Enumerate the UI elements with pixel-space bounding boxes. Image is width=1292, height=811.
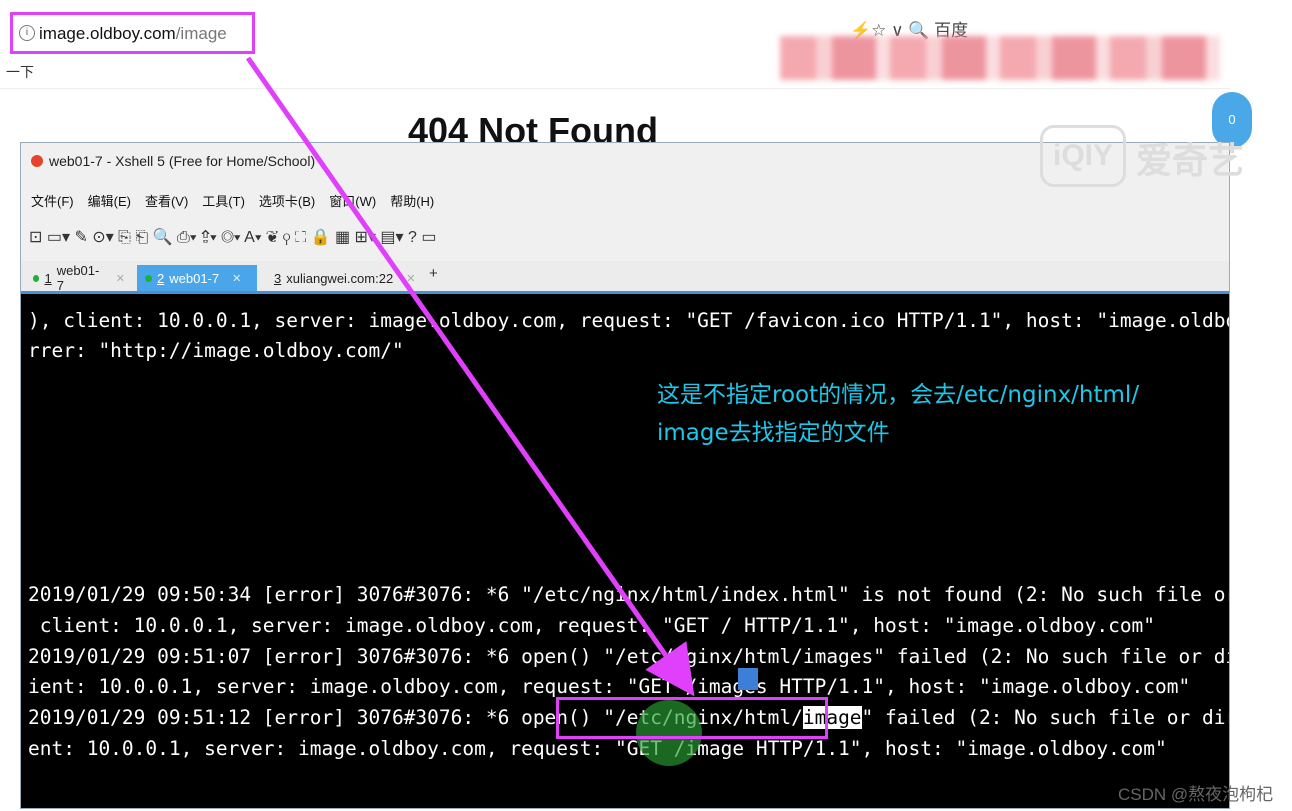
annotation-arrow	[245, 56, 695, 697]
source-credit: CSDN @熬夜泡枸杞	[1118, 785, 1274, 804]
